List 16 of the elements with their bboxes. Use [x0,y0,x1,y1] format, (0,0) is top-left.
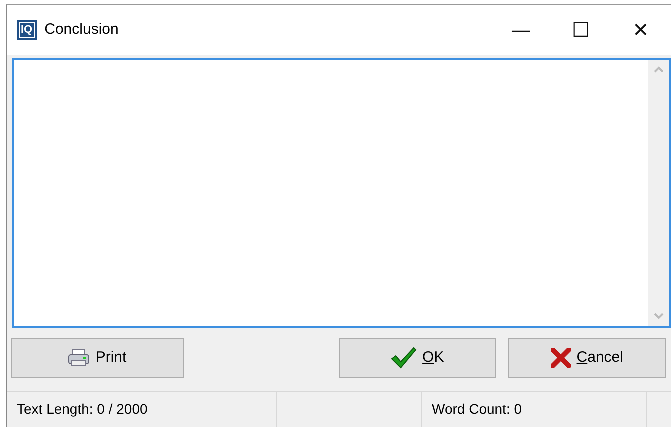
window-title: Conclusion [44,20,119,40]
check-icon [390,347,417,369]
cancel-button[interactable]: Cancel [508,338,666,378]
text-area[interactable] [12,58,671,328]
printer-icon [68,349,90,367]
status-text: Word Count: 0 [422,392,647,427]
cross-icon [550,348,571,368]
close-button[interactable]: ✕ [611,5,671,55]
scroll-up-icon[interactable] [654,66,664,73]
ok-button[interactable]: OK [338,338,496,378]
app-logo: IQ [17,20,37,40]
print-button[interactable]: Print [11,338,184,378]
scroll-down-icon[interactable] [654,313,664,320]
status-text: Text Length: 0 / 2000 [7,392,277,427]
maximize-button[interactable]: ☐ [551,5,611,55]
minimize-button[interactable]: — [491,5,551,55]
